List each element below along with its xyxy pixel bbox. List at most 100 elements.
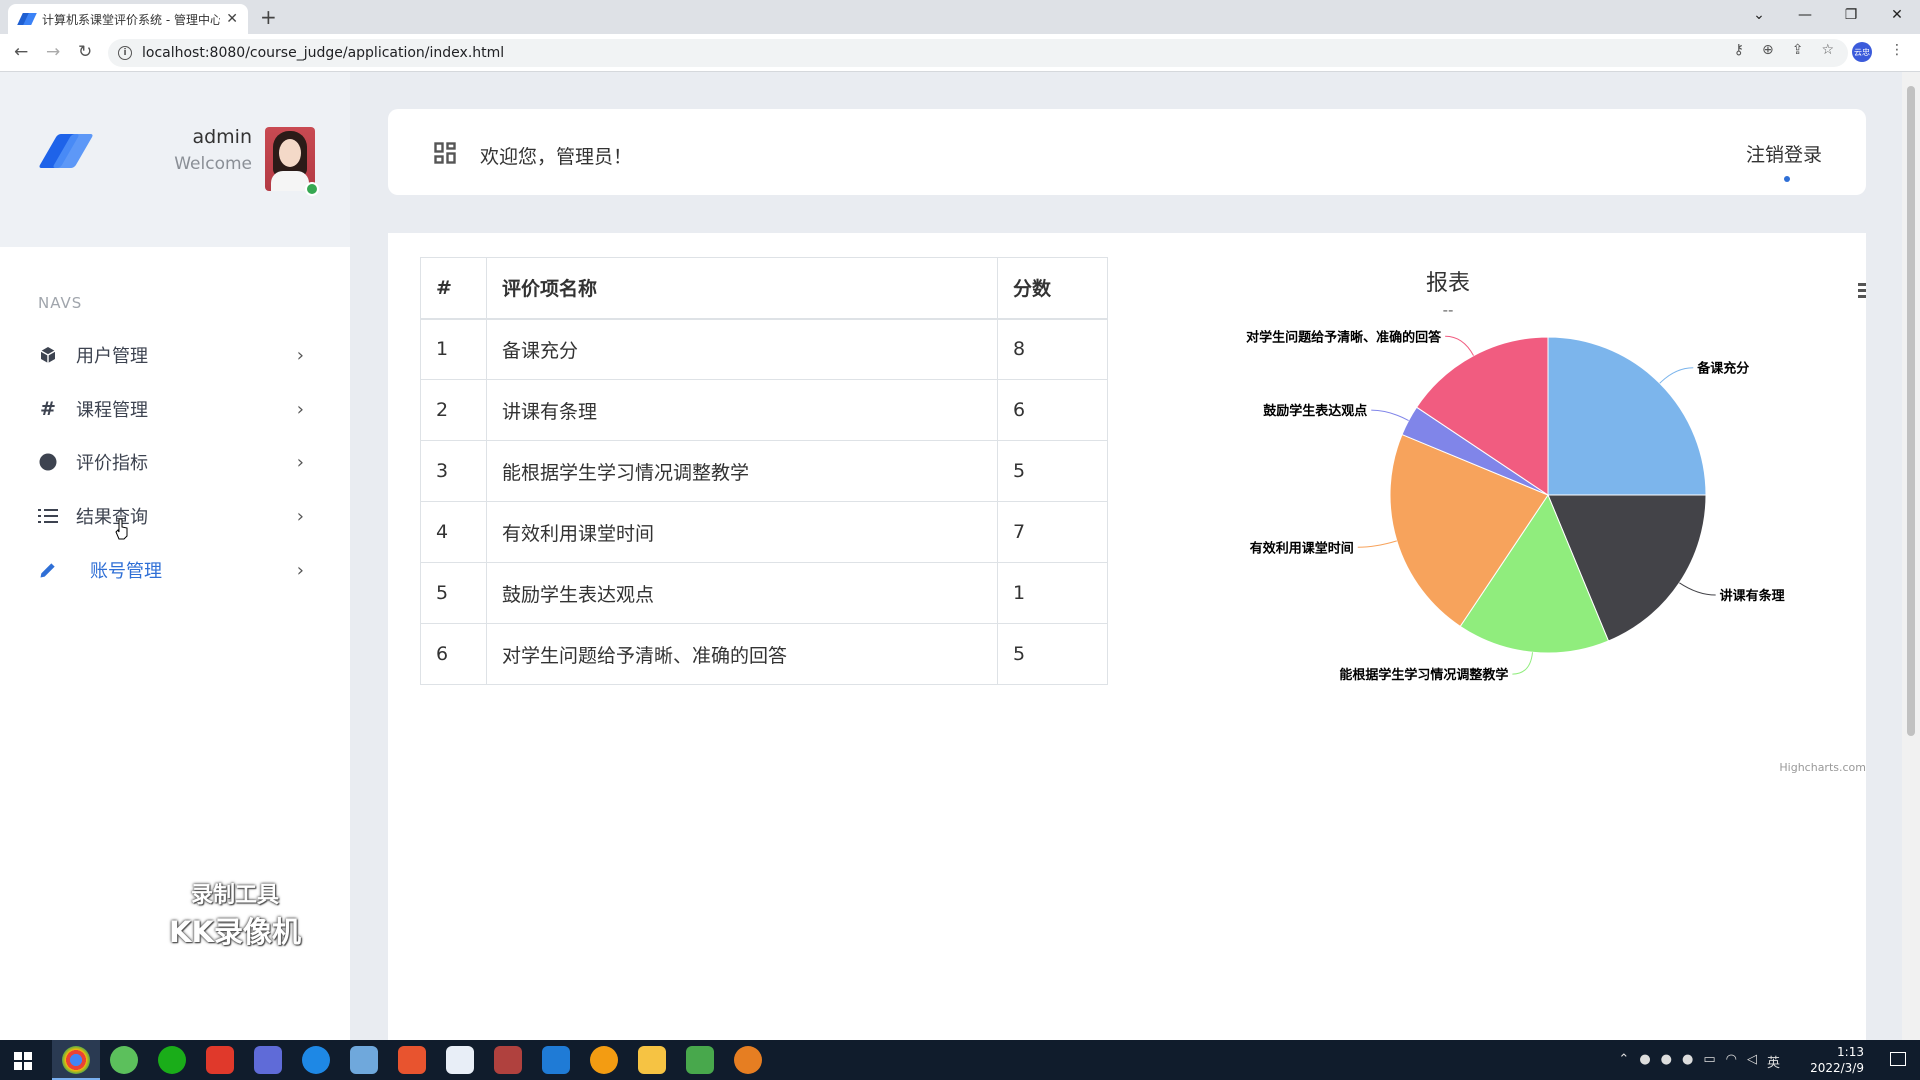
cell-name: 讲课有条理 <box>486 379 998 441</box>
tray-volume-icon[interactable]: ◁ <box>1747 1052 1757 1071</box>
hash-icon: # <box>40 398 56 420</box>
clock-time: 1:13 <box>1837 1045 1864 1059</box>
sidebar-item-evaluation-index[interactable]: 评价指标 › <box>0 438 350 486</box>
app-tile-icon[interactable] <box>542 1046 570 1074</box>
chart-menu-icon[interactable] <box>1858 283 1866 301</box>
chart-credits[interactable]: Highcharts.com <box>1779 761 1866 774</box>
table-row: 6 对学生问题给予清晰、准确的回答 5 <box>420 623 1108 685</box>
app-play-icon[interactable] <box>398 1046 426 1074</box>
tab-search-icon[interactable]: ⌄ <box>1736 0 1782 30</box>
cell-index: 5 <box>420 562 487 624</box>
app-leaf-icon[interactable] <box>110 1046 138 1074</box>
close-window-button[interactable]: ✕ <box>1874 0 1920 30</box>
menu-icon[interactable]: ⋮ <box>1890 42 1904 62</box>
reload-icon[interactable]: ↻ <box>78 42 92 62</box>
app-sheet-icon[interactable] <box>686 1046 714 1074</box>
sidebar-item-label: 账号管理 <box>90 561 162 582</box>
notepad-icon[interactable] <box>350 1046 378 1074</box>
logout-link[interactable]: 注销登录 <box>1746 140 1822 167</box>
restore-button[interactable]: ❐ <box>1828 0 1874 30</box>
hand-cursor-icon <box>115 518 128 540</box>
pie-connector <box>1371 409 1409 421</box>
cell-score: 5 <box>997 623 1108 685</box>
cell-name: 有效利用课堂时间 <box>486 501 998 563</box>
pie-slice[interactable] <box>1547 336 1707 496</box>
cell-index: 1 <box>420 318 487 380</box>
column-header-name: 评价项名称 <box>486 257 998 320</box>
tray-app-icon[interactable]: ● <box>1639 1052 1650 1071</box>
app-search-orange-icon[interactable] <box>590 1046 618 1074</box>
table-row: 5 鼓励学生表达观点 1 <box>420 562 1108 624</box>
logout-indicator-dot <box>1784 176 1790 182</box>
column-header-score: 分数 <box>997 257 1108 320</box>
notification-icon[interactable] <box>1890 1052 1906 1066</box>
wechat-icon[interactable] <box>158 1046 186 1074</box>
sidebar-item-user-management[interactable]: 用户管理 › <box>0 331 350 379</box>
cell-name: 能根据学生学习情况调整教学 <box>486 440 998 502</box>
folder-icon[interactable] <box>638 1046 666 1074</box>
wps-icon[interactable] <box>206 1046 234 1074</box>
navs-title: NAVS <box>38 294 83 312</box>
star-icon[interactable]: ☆ <box>1821 42 1834 62</box>
pie-label: 能根据学生学习情况调整教学 <box>1339 667 1508 683</box>
tray-wechat-icon[interactable]: ● <box>1661 1052 1672 1071</box>
chrome-icon[interactable] <box>62 1046 90 1074</box>
avatar[interactable] <box>265 127 315 191</box>
site-info-icon[interactable]: i <box>118 46 132 60</box>
sidebar-item-account-management[interactable]: 账号管理 › <box>0 546 350 594</box>
app-tiger-icon[interactable] <box>494 1046 522 1074</box>
forward-icon[interactable]: → <box>46 42 60 62</box>
address-bar[interactable]: i localhost:8080/course_judge/applicatio… <box>108 39 1848 67</box>
chevron-right-icon: › <box>296 559 304 581</box>
app-flower-icon[interactable] <box>446 1046 474 1074</box>
tray-ime[interactable]: 英 <box>1767 1052 1780 1071</box>
url-text: localhost:8080/course_judge/application/… <box>142 45 505 61</box>
tray-network-icon[interactable]: ◠ <box>1726 1052 1737 1071</box>
cell-score: 8 <box>997 318 1108 380</box>
page-scrollbar[interactable] <box>1902 72 1920 1040</box>
pie-label: 备课充分 <box>1696 361 1749 377</box>
dashboard-grid-icon[interactable] <box>434 142 456 164</box>
taskbar: ⌃ ● ● ● ▭ ◠ ◁ 英 1:13 2022/3/9 <box>0 1040 1920 1080</box>
sidebar-item-result-query[interactable]: 结果查询 › <box>0 492 350 540</box>
pie-connector <box>1679 582 1716 596</box>
back-icon[interactable]: ← <box>14 42 28 62</box>
profile-avatar[interactable]: 云忠 <box>1852 42 1872 62</box>
pie-label: 有效利用课堂时间 <box>1250 540 1354 556</box>
recording-watermark: 录制工具 KK录像机 <box>160 877 310 951</box>
welcome-text: 欢迎您，管理员！ <box>480 146 633 168</box>
app-recorder-icon[interactable] <box>734 1046 762 1074</box>
sidebar-item-label: 课程管理 <box>76 400 148 421</box>
app-mountain-icon[interactable] <box>254 1046 282 1074</box>
sidebar-item-label: 用户管理 <box>76 346 148 367</box>
windows-start-icon[interactable] <box>14 1052 32 1070</box>
header-card: 欢迎您，管理员！ 注销登录 <box>388 109 1866 195</box>
browser-tab[interactable]: 计算机系课堂评价系统 - 管理中心 ✕ <box>8 4 248 34</box>
score-table: # 评价项名称 分数 1 备课充分 8 2 讲课有条理 6 3 能根据学生学习情况调整教学… <box>420 257 1108 685</box>
tray-expand-icon[interactable]: ⌃ <box>1618 1052 1629 1071</box>
cell-score: 1 <box>997 562 1108 624</box>
watermark-line-2: KK录像机 <box>169 915 301 949</box>
key-icon[interactable]: ⚷ <box>1734 42 1744 62</box>
tab-title: 计算机系课堂评价系统 - 管理中心 <box>42 12 221 27</box>
system-tray: ⌃ ● ● ● ▭ ◠ ◁ 英 <box>1618 1052 1780 1071</box>
tab-close-button[interactable]: ✕ <box>226 11 238 27</box>
clock[interactable]: 1:13 2022/3/9 <box>1810 1044 1864 1076</box>
user-panel: admin Welcome <box>0 72 350 247</box>
search-app-icon[interactable] <box>302 1046 330 1074</box>
sidebar-item-course-management[interactable]: # 课程管理 › <box>0 385 350 433</box>
zoom-icon[interactable]: ⊕ <box>1762 42 1774 62</box>
minimize-button[interactable]: — <box>1782 0 1828 30</box>
tray-battery-icon[interactable]: ▭ <box>1703 1052 1715 1071</box>
cell-index: 6 <box>420 623 487 685</box>
tray-qq-icon[interactable]: ● <box>1682 1052 1693 1071</box>
new-tab-button[interactable]: + <box>260 5 277 29</box>
sidebar: admin Welcome NAVS 用户管理 › # 课程管理 › 评价指标 … <box>0 72 350 1040</box>
chevron-right-icon: › <box>296 505 304 527</box>
pie-connector <box>1659 367 1694 384</box>
cell-index: 2 <box>420 379 487 441</box>
pie-label: 鼓励学生表达观点 <box>1263 403 1367 419</box>
circle-icon <box>38 452 58 472</box>
share-icon[interactable]: ⇪ <box>1792 42 1804 62</box>
scrollbar-thumb[interactable] <box>1907 86 1915 736</box>
